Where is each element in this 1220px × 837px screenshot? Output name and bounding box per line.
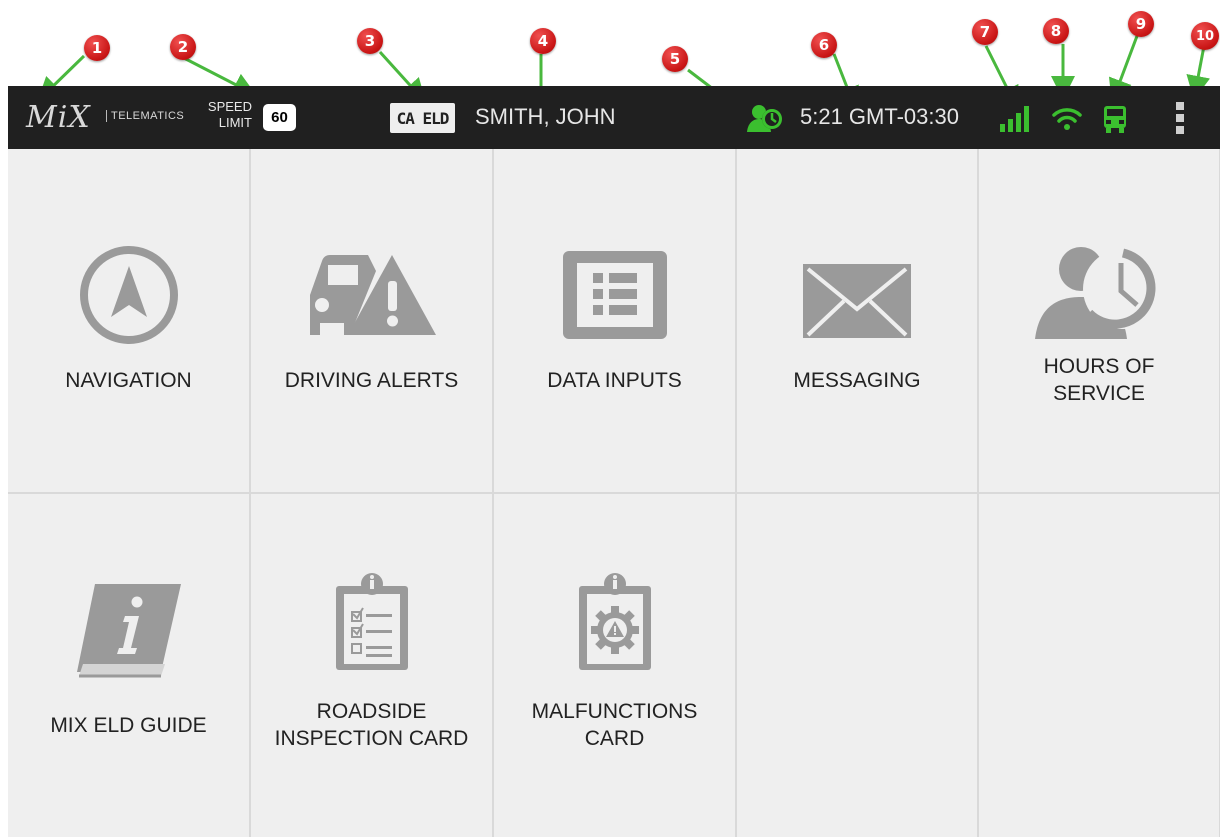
eld-ruleset-badge[interactable]: CA ELD bbox=[390, 103, 455, 133]
data-inputs-tile[interactable]: DATA INPUTS bbox=[494, 149, 735, 492]
person-clock-icon bbox=[979, 243, 1219, 339]
signal-strength-icon bbox=[1000, 106, 1030, 137]
driving-alerts-label: DRIVING ALERTS bbox=[284, 369, 459, 392]
envelope-icon bbox=[737, 243, 977, 339]
callout-7: 7 bbox=[972, 19, 998, 45]
form-list-icon bbox=[494, 243, 735, 341]
hours-of-service-tile[interactable]: HOURS OF SERVICE bbox=[979, 149, 1219, 492]
driver-name[interactable]: SMITH, JOHN bbox=[475, 104, 616, 130]
callout-10: 10 bbox=[1191, 22, 1219, 50]
clipboard-checklist-icon bbox=[251, 573, 492, 672]
overflow-menu-icon[interactable] bbox=[1174, 102, 1186, 139]
mix-eld-guide-tile[interactable]: MIX ELD GUIDE bbox=[8, 494, 249, 837]
callout-3: 3 bbox=[357, 28, 383, 54]
messaging-label: MESSAGING bbox=[793, 369, 921, 392]
truck-icon[interactable] bbox=[1102, 104, 1128, 139]
clock-timezone: 5:21 GMT-03:30 bbox=[800, 104, 959, 129]
hours-of-service-label: HOURS OF SERVICE bbox=[1043, 355, 1155, 405]
callout-5: 5 bbox=[662, 46, 688, 72]
navigation-tile[interactable]: NAVIGATION bbox=[8, 149, 249, 492]
callout-2: 2 bbox=[170, 34, 196, 60]
top-status-bar: MiX TELEMATICS SPEED LIMIT 60 CA ELD SMI… bbox=[8, 86, 1220, 149]
wifi-icon bbox=[1052, 106, 1082, 137]
empty-tile bbox=[737, 494, 977, 837]
info-book-icon bbox=[8, 584, 249, 680]
navigation-compass-icon bbox=[8, 243, 249, 347]
malfunctions-card-label: MALFUNCTIONS CARD bbox=[531, 700, 698, 750]
callout-9: 9 bbox=[1128, 11, 1154, 37]
mix-eld-guide-label: MIX ELD GUIDE bbox=[50, 714, 207, 737]
mix-logo: MiX bbox=[26, 100, 91, 135]
callout-4: 4 bbox=[530, 28, 556, 54]
speed-label-line2: LIMIT bbox=[218, 115, 252, 130]
callout-8: 8 bbox=[1043, 18, 1069, 44]
messaging-tile[interactable]: MESSAGING bbox=[737, 149, 977, 492]
data-inputs-label: DATA INPUTS bbox=[547, 369, 682, 392]
car-warning-icon bbox=[251, 243, 492, 339]
telematics-logo-text: TELEMATICS bbox=[106, 110, 184, 122]
speed-label-line1: SPEED bbox=[207, 99, 252, 114]
app-tile-grid: NAVIGATION DRIVING ALERTS DATA INPUTS ME… bbox=[8, 149, 1220, 837]
malfunctions-card-tile[interactable]: MALFUNCTIONS CARD bbox=[494, 494, 735, 837]
empty-tile bbox=[979, 494, 1219, 837]
hours-of-service-status-icon[interactable] bbox=[746, 104, 786, 137]
clipboard-gear-warning-icon bbox=[494, 573, 735, 672]
driving-alerts-tile[interactable]: DRIVING ALERTS bbox=[251, 149, 492, 492]
speed-limit-value: 60 bbox=[263, 104, 296, 131]
callout-6: 6 bbox=[811, 32, 837, 58]
roadside-inspection-card-label: ROADSIDE INSPECTION CARD bbox=[274, 700, 469, 750]
callout-1: 1 bbox=[84, 35, 110, 61]
navigation-label: NAVIGATION bbox=[65, 369, 192, 392]
speed-limit-label: SPEED LIMIT bbox=[196, 99, 252, 131]
roadside-inspection-card-tile[interactable]: ROADSIDE INSPECTION CARD bbox=[251, 494, 492, 837]
